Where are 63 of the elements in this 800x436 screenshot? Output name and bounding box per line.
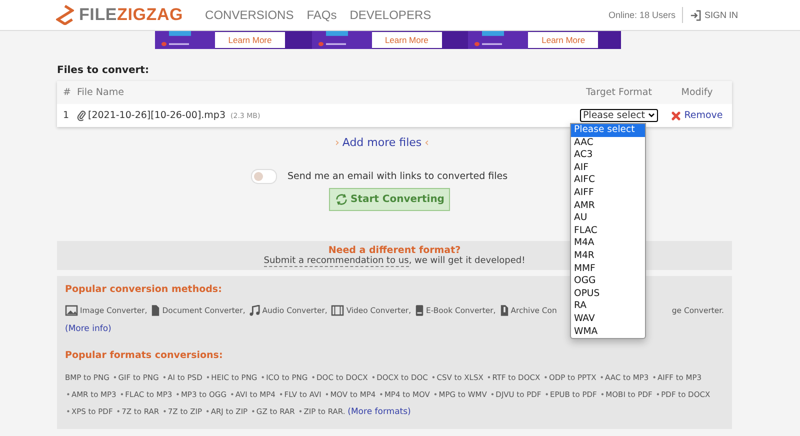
music-note-icon (249, 305, 260, 316)
nav-link[interactable]: FAQs (306, 8, 337, 22)
ad-banner[interactable]: Learn More (312, 31, 464, 49)
film-icon (331, 305, 344, 316)
dropdown-option[interactable]: AU (571, 212, 645, 225)
sign-in-icon (690, 10, 702, 20)
nav-link[interactable]: CONVERSIONS (205, 8, 294, 22)
dropdown-option[interactable]: AMR (571, 200, 645, 212)
book-icon (415, 305, 424, 316)
online-users-count: Online: 18 Users (608, 10, 676, 20)
ad-banner[interactable]: Learn More (468, 31, 622, 49)
learn-more-button[interactable]: Learn More (528, 32, 598, 48)
refresh-icon (334, 193, 348, 206)
dropdown-option[interactable]: OPUS (571, 288, 645, 300)
recommendation-link[interactable]: Submit a recommendation to us (264, 256, 409, 267)
format-select[interactable]: Please select (580, 109, 658, 122)
chevron-icon: › (334, 136, 340, 149)
start-converting-button[interactable]: Start Converting (328, 188, 450, 211)
column-header: Modify (680, 87, 714, 98)
caret-icon (648, 113, 656, 118)
panel-text: , we will get it developed! (408, 256, 526, 266)
email-toggle[interactable] (251, 169, 278, 184)
dropdown-option[interactable]: AIFC (571, 174, 645, 187)
dropdown-option[interactable]: OGG (571, 275, 645, 288)
panel-title: Popular formats conversions: (65, 350, 223, 361)
panel-title: Popular conversion methods: (65, 284, 222, 295)
dropdown-option[interactable]: MMF (571, 262, 645, 276)
image-icon (65, 305, 78, 316)
dropdown-option[interactable]: M4A (571, 237, 645, 250)
learn-more-button[interactable]: Learn More (372, 32, 442, 48)
dropdown-option[interactable]: WMA (571, 326, 645, 338)
more-formats-link[interactable]: (More formats) (348, 407, 411, 417)
dropdown-option[interactable]: AIF (571, 162, 645, 174)
chevron-icon: ‹ (424, 136, 430, 149)
dropdown-option[interactable]: RA (571, 300, 645, 313)
dropdown-option[interactable]: Please select (571, 124, 645, 137)
dropdown-option[interactable]: WAV (571, 312, 645, 326)
add-more-files-link[interactable]: Add more files (342, 136, 422, 149)
paperclip-icon (77, 110, 86, 121)
dropdown-option[interactable]: AIFF (571, 186, 645, 200)
sign-in-link[interactable]: SIGN IN (690, 10, 738, 20)
logo-icon (56, 5, 74, 25)
close-icon (671, 110, 682, 120)
email-toggle-label: Send me an email with links to converted files (287, 171, 508, 182)
panel-title: Need a different format? (328, 245, 461, 256)
file-name: [2021-10-26][10-26-00].mp3 (88, 110, 226, 121)
dropdown-option[interactable]: FLAC (571, 224, 645, 238)
remove-link[interactable]: Remove (671, 110, 723, 121)
nav-link[interactable]: DEVELOPERS (350, 8, 432, 22)
site-logo[interactable]: FILEZIGZAG (79, 5, 184, 25)
file-icon (500, 305, 509, 316)
file-icon (151, 305, 160, 316)
dropdown-option[interactable]: AAC (571, 136, 645, 150)
ad-banner[interactable]: Learn More (155, 31, 308, 49)
more-info-link[interactable]: (More info) (65, 324, 112, 334)
dropdown-option[interactable]: M4R (571, 250, 645, 263)
section-title: Files to convert: (57, 65, 150, 76)
column-header: # (62, 87, 72, 98)
row-number: 1 (62, 110, 70, 121)
learn-more-button[interactable]: Learn More (215, 32, 285, 48)
column-header: File Name (77, 87, 125, 98)
dropdown-option[interactable]: AC3 (571, 149, 645, 162)
column-header: Target Format (585, 87, 653, 98)
